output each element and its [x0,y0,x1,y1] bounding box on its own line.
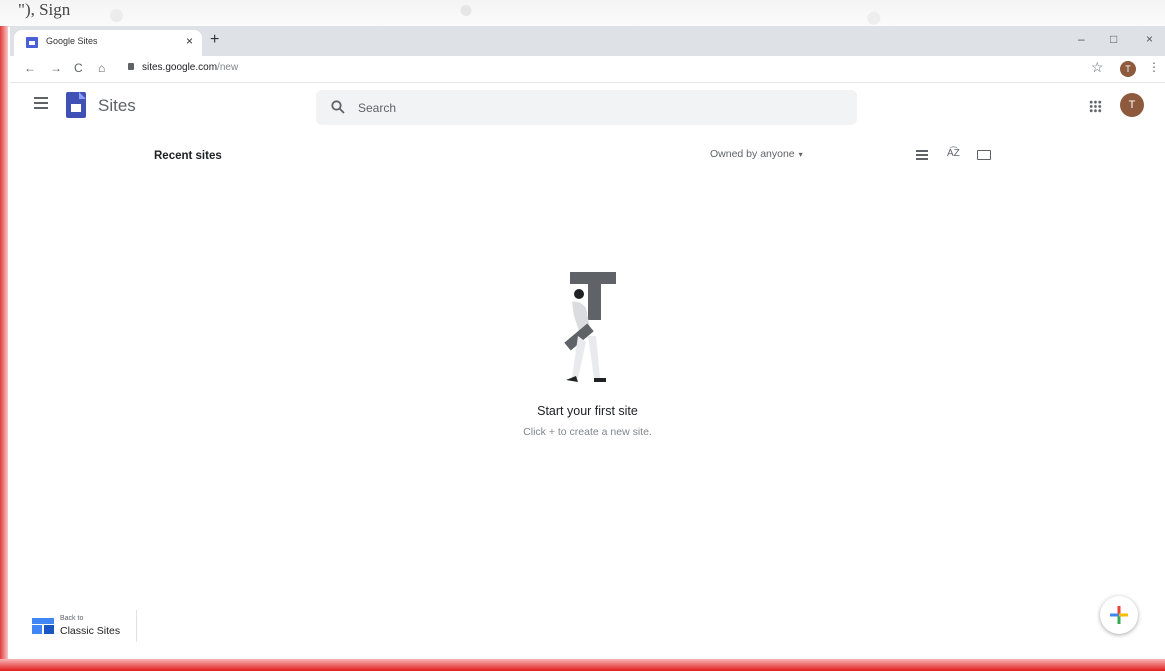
url-path: /new [217,62,239,73]
sites-logo-icon[interactable] [66,92,86,118]
lock-icon [128,63,134,70]
browser-profile-avatar[interactable]: T [1120,61,1136,77]
empty-state-subtitle: Click + to create a new site. [523,426,652,438]
owner-filter-label: Owned by anyone [710,148,795,160]
browser-window: Google Sites × + – □ × ← → C ⌂ sites.goo… [10,26,1165,661]
back-to-classic-sites-link[interactable]: Back to Classic Sites [24,610,137,642]
sort-az-icon[interactable]: A͡Z [947,148,960,159]
url-host: sites.google.com [142,62,218,73]
close-window-icon[interactable]: × [1146,32,1153,46]
tab-google-sites[interactable]: Google Sites × [14,30,202,56]
empty-state-title: Start your first site [537,404,638,418]
browser-menu-icon[interactable]: ⋮ [1148,60,1160,74]
classic-sites-icon [32,618,54,634]
empty-state-illustration [564,272,616,382]
address-bar[interactable]: sites.google.com/new [142,62,238,73]
search-input[interactable]: Search [316,90,857,125]
search-icon [331,100,345,114]
tab-strip: Google Sites × + – □ × [10,26,1165,56]
sites-favicon-icon [26,37,38,48]
classic-label: Classic Sites [60,625,121,637]
tab-close-icon[interactable]: × [186,34,193,48]
create-site-button[interactable] [1100,596,1138,634]
maximize-icon[interactable]: □ [1110,32,1117,46]
red-border-left [0,26,8,666]
back-icon[interactable]: ← [24,61,36,75]
recent-sites-title: Recent sites [154,150,222,162]
list-view-icon[interactable] [916,150,928,160]
account-avatar[interactable]: T [1120,93,1144,117]
home-icon[interactable]: ⌂ [98,61,105,75]
reload-icon[interactable]: C [74,61,83,75]
menu-icon[interactable] [34,97,48,109]
paper-text: "), Sign [18,0,71,19]
chevron-down-icon: ▾ [798,150,803,159]
app-name[interactable]: Sites [98,96,136,116]
folder-icon[interactable] [977,150,991,160]
plus-icon [1110,606,1128,624]
bookmark-star-icon[interactable]: ☆ [1091,59,1104,76]
owner-filter-dropdown[interactable]: Owned by anyone ▾ [710,148,803,160]
list-header: Recent sites Owned by anyone ▾ A͡Z [10,144,1165,166]
new-tab-button[interactable]: + [210,31,219,49]
apps-grid-icon[interactable] [1089,100,1102,113]
browser-toolbar: ← → C ⌂ sites.google.com/new ☆ T ⋮ [10,56,1165,83]
paper-background: "), Sign [0,0,1165,27]
search-placeholder: Search [358,101,397,115]
app-header: Sites Search T [10,83,1165,131]
red-border-bottom [0,659,1165,671]
forward-icon[interactable]: → [50,61,62,75]
minimize-icon[interactable]: – [1078,32,1085,46]
tab-title: Google Sites [46,36,98,46]
classic-small-label: Back to [60,615,84,622]
